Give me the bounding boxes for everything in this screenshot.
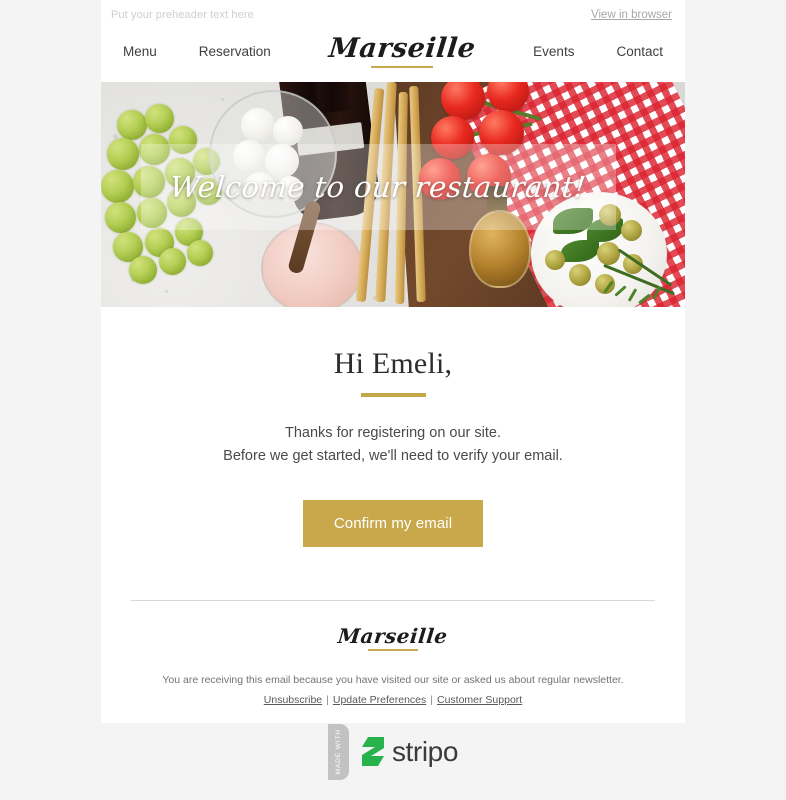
preheader-row: Put your preheader text here View in bro… bbox=[101, 0, 685, 29]
grape bbox=[145, 104, 174, 133]
grape bbox=[159, 248, 186, 275]
nav-item-events[interactable]: Events bbox=[533, 44, 574, 59]
footer-logo[interactable]: Marseille bbox=[336, 623, 450, 651]
nav-group-left: Menu Reservation bbox=[123, 44, 271, 59]
nav-item-reservation[interactable]: Reservation bbox=[199, 44, 271, 59]
grape bbox=[105, 202, 136, 233]
olive bbox=[621, 220, 642, 241]
nav-item-menu[interactable]: Menu bbox=[123, 44, 157, 59]
photo-speck bbox=[165, 290, 168, 293]
stripo-badge-area: MADE WITH stripo bbox=[0, 703, 786, 800]
body-line-2: Before we get started, we'll need to ver… bbox=[223, 448, 563, 465]
nav-group-right: Events Contact bbox=[533, 44, 663, 59]
footer-logo-text: Marseille bbox=[336, 623, 450, 648]
grape bbox=[107, 138, 139, 170]
mozzarella-ball bbox=[273, 116, 303, 146]
cta-container: Confirm my email bbox=[101, 499, 685, 547]
view-in-browser-link[interactable]: View in browser bbox=[591, 9, 672, 21]
stripo-badge[interactable]: MADE WITH stripo bbox=[327, 723, 459, 780]
footer-divider bbox=[131, 599, 655, 601]
made-with-label: MADE WITH bbox=[334, 728, 342, 775]
hero-title: Welcome to our restaurant! bbox=[168, 170, 589, 204]
navigation-bar: Menu Reservation Marseille Events Contac… bbox=[101, 29, 685, 82]
nav-item-contact[interactable]: Contact bbox=[616, 44, 663, 59]
footer-logo-underline bbox=[367, 648, 418, 651]
grape bbox=[117, 110, 147, 140]
preheader-text: Put your preheader text here bbox=[111, 9, 254, 21]
email-preview-page: Put your preheader text here View in bro… bbox=[0, 0, 786, 800]
grape bbox=[187, 240, 213, 266]
hero-text-overlay: Welcome to our restaurant! bbox=[141, 144, 616, 230]
grape bbox=[129, 256, 157, 284]
mozzarella-ball bbox=[241, 108, 275, 142]
main-content: Hi Emeli, Thanks for registering on our … bbox=[101, 307, 685, 547]
greeting-underline bbox=[360, 393, 426, 397]
header-logo-text: Marseille bbox=[327, 33, 477, 64]
confirm-email-button[interactable]: Confirm my email bbox=[302, 499, 484, 547]
header-logo[interactable]: Marseille bbox=[327, 33, 477, 68]
hero-banner: Welcome to our restaurant! bbox=[101, 82, 685, 307]
email-body: Put your preheader text here View in bro… bbox=[101, 0, 685, 723]
header-logo-underline bbox=[371, 66, 433, 68]
made-with-ribbon: MADE WITH bbox=[327, 723, 349, 780]
olive bbox=[597, 242, 620, 265]
footer-disclaimer: You are receiving this email because you… bbox=[162, 673, 624, 686]
olive bbox=[569, 264, 591, 286]
stripo-wordmark: stripo bbox=[391, 735, 459, 767]
body-line-1: Thanks for registering on our site. bbox=[285, 425, 501, 441]
grape bbox=[101, 170, 134, 203]
body-paragraph: Thanks for registering on our site. Befo… bbox=[101, 422, 685, 469]
greeting-heading: Hi Emeli, bbox=[333, 347, 453, 380]
photo-speck bbox=[221, 98, 224, 101]
olive bbox=[545, 250, 565, 270]
stripo-logo-icon bbox=[361, 737, 384, 766]
